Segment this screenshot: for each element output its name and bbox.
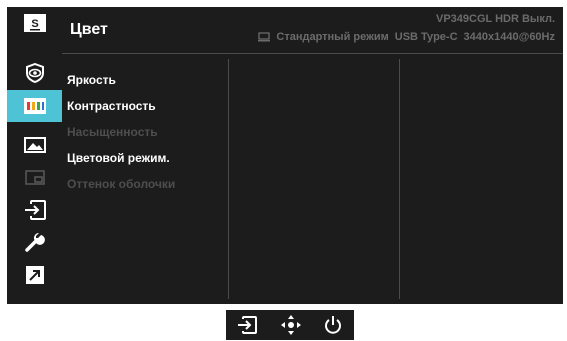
sidebar-item-system-setup[interactable] (7, 229, 62, 255)
input-select-icon (24, 200, 46, 220)
resolution-label: 3440x1440@60Hz (463, 31, 555, 43)
menu-item-saturation: Насыщенность (67, 125, 158, 139)
svg-text:S: S (31, 18, 38, 30)
sidebar-item-shortcut[interactable] (7, 262, 62, 288)
splendid-icon: S (23, 14, 46, 32)
sidebar-item-splendid[interactable]: S (7, 10, 62, 36)
page-title: Цвет (70, 21, 108, 38)
menu-item-contrast[interactable]: Контрастность (67, 93, 175, 119)
input-icon (238, 316, 257, 334)
menu-list: Яркость Контрастность Насыщенность Цвето… (67, 67, 175, 197)
navigation-button[interactable] (280, 314, 302, 336)
header: Цвет VP349CGL HDR Выкл. Стандартный режи… (62, 7, 563, 54)
input-label: USB Type-C (394, 31, 458, 43)
pip-icon (24, 170, 45, 185)
sidebar: S (7, 7, 62, 304)
eye-care-icon (25, 63, 44, 83)
menu-item-skin-tone: Оттенок оболочки (67, 177, 176, 191)
power-icon (325, 316, 341, 334)
column-divider (228, 59, 229, 299)
sidebar-item-input-select[interactable] (7, 197, 62, 223)
mode-label: Стандартный режим (276, 31, 389, 43)
menu-item-brightness[interactable]: Яркость (67, 67, 175, 93)
image-icon (23, 137, 46, 153)
sidebar-item-image[interactable] (7, 132, 62, 158)
system-setup-icon (24, 233, 45, 252)
shortcut-icon (25, 266, 44, 284)
status-info: Стандартный режим USB Type-C 3440x1440@6… (258, 31, 555, 43)
sidebar-item-pip[interactable] (7, 165, 62, 191)
color-icon (23, 98, 46, 114)
five-way-navigation-icon (281, 315, 301, 335)
input-button[interactable] (236, 314, 258, 336)
column-divider (399, 59, 400, 299)
sidebar-item-color[interactable] (7, 90, 62, 122)
sidebar-item-eye-care[interactable] (7, 60, 62, 86)
model-info: VP349CGL HDR Выкл. (435, 13, 555, 25)
power-button[interactable] (322, 314, 344, 336)
monitor-icon (258, 32, 271, 42)
osd-panel: S Цвет VP349CGL HDR Выкл. Стандартный ре… (7, 7, 563, 304)
menu-item-color-mode[interactable]: Цветовой режим. (67, 145, 175, 171)
button-bar (226, 310, 354, 340)
